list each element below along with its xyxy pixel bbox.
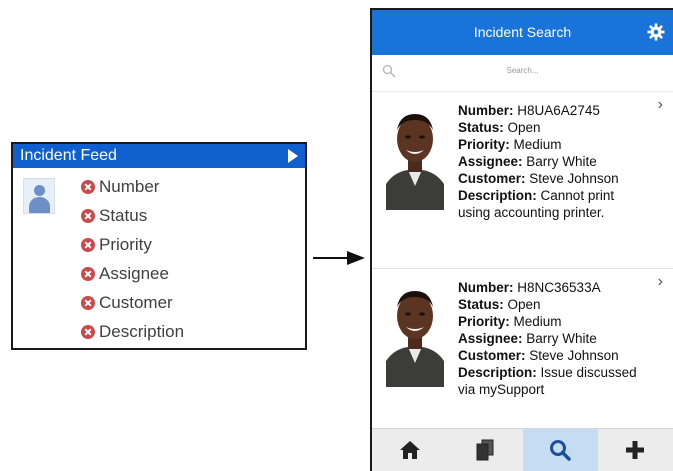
incident-customer: Steve Johnson xyxy=(529,348,619,363)
incident-feed-title: Incident Feed xyxy=(20,147,117,164)
incident-details: Number: H8UA6A2745 Status: Open Priority… xyxy=(458,102,648,221)
app-header: Incident Search xyxy=(372,10,673,55)
assignee-label: Assignee: xyxy=(458,154,523,169)
assignee-photo xyxy=(386,106,444,210)
remove-field-icon[interactable] xyxy=(81,295,95,310)
incident-number: H8NC36533A xyxy=(517,280,601,295)
feed-field-label: Priority xyxy=(99,234,152,254)
gear-icon[interactable] xyxy=(647,23,665,41)
feed-field-label: Status xyxy=(99,205,148,225)
avatar-placeholder-icon xyxy=(23,178,55,214)
feed-field-label: Description xyxy=(99,321,185,341)
mobile-incident-search-screen: Incident Search Search... Number: H8UA6A… xyxy=(370,8,673,471)
incident-priority: Medium xyxy=(513,137,562,152)
description-label: Description: xyxy=(458,365,537,380)
status-label: Status: xyxy=(458,297,504,312)
search-input[interactable]: Search... xyxy=(372,66,673,75)
feed-field-label: Customer xyxy=(99,292,173,312)
incident-status: Open xyxy=(507,120,541,135)
priority-label: Priority: xyxy=(458,137,510,152)
incident-details: Number: H8NC36533A Status: Open Priority… xyxy=(458,279,648,398)
status-label: Status: xyxy=(458,120,504,135)
priority-label: Priority: xyxy=(458,314,510,329)
bottom-tab-bar xyxy=(372,428,673,471)
description-label: Description: xyxy=(458,188,537,203)
add-icon xyxy=(626,441,645,459)
feed-field-item: Number xyxy=(81,172,184,201)
search-bar[interactable]: Search... xyxy=(372,55,673,92)
incident-number: H8UA6A2745 xyxy=(517,103,600,118)
customer-label: Customer: xyxy=(458,348,526,363)
search-icon xyxy=(550,440,571,461)
incident-customer: Steve Johnson xyxy=(529,171,619,186)
remove-field-icon[interactable] xyxy=(81,208,95,223)
remove-field-icon[interactable] xyxy=(81,179,95,194)
incident-status: Open xyxy=(507,297,541,312)
chevron-right-icon[interactable]: › xyxy=(658,96,663,114)
remove-field-icon[interactable] xyxy=(81,324,95,339)
expand-arrow-icon[interactable] xyxy=(288,149,298,163)
tab-search[interactable] xyxy=(522,429,598,471)
feed-field-item: Customer xyxy=(81,288,184,317)
tab-add[interactable] xyxy=(598,429,673,471)
documents-icon xyxy=(476,439,494,461)
number-label: Number: xyxy=(458,280,514,295)
incident-feed-widget: Incident Feed Number Status Priority Ass… xyxy=(11,142,307,350)
feed-field-label: Number xyxy=(99,176,160,196)
incident-assignee: Barry White xyxy=(526,331,597,346)
incident-priority: Medium xyxy=(513,314,562,329)
app-title: Incident Search xyxy=(473,24,572,40)
incident-list-item[interactable]: Number: H8UA6A2745 Status: Open Priority… xyxy=(372,92,673,269)
remove-field-icon[interactable] xyxy=(81,266,95,281)
remove-field-icon[interactable] xyxy=(81,237,95,252)
feed-field-label: Assignee xyxy=(99,263,169,283)
incident-list-item[interactable]: Number: H8NC36533A Status: Open Priority… xyxy=(372,269,673,446)
tab-documents[interactable] xyxy=(447,429,522,471)
flow-arrow-icon xyxy=(313,251,365,265)
feed-field-list: Number Status Priority Assignee Customer… xyxy=(81,172,184,346)
number-label: Number: xyxy=(458,103,514,118)
incident-assignee: Barry White xyxy=(526,154,597,169)
feed-field-item: Priority xyxy=(81,230,184,259)
assignee-photo xyxy=(386,283,444,387)
customer-label: Customer: xyxy=(458,171,526,186)
feed-field-item: Status xyxy=(81,201,184,230)
chevron-right-icon[interactable]: › xyxy=(658,273,663,291)
home-icon xyxy=(399,441,420,459)
assignee-label: Assignee: xyxy=(458,331,523,346)
feed-field-item: Description xyxy=(81,317,184,346)
feed-field-item: Assignee xyxy=(81,259,184,288)
incident-feed-header[interactable]: Incident Feed xyxy=(13,144,305,168)
tab-home[interactable] xyxy=(372,429,447,471)
